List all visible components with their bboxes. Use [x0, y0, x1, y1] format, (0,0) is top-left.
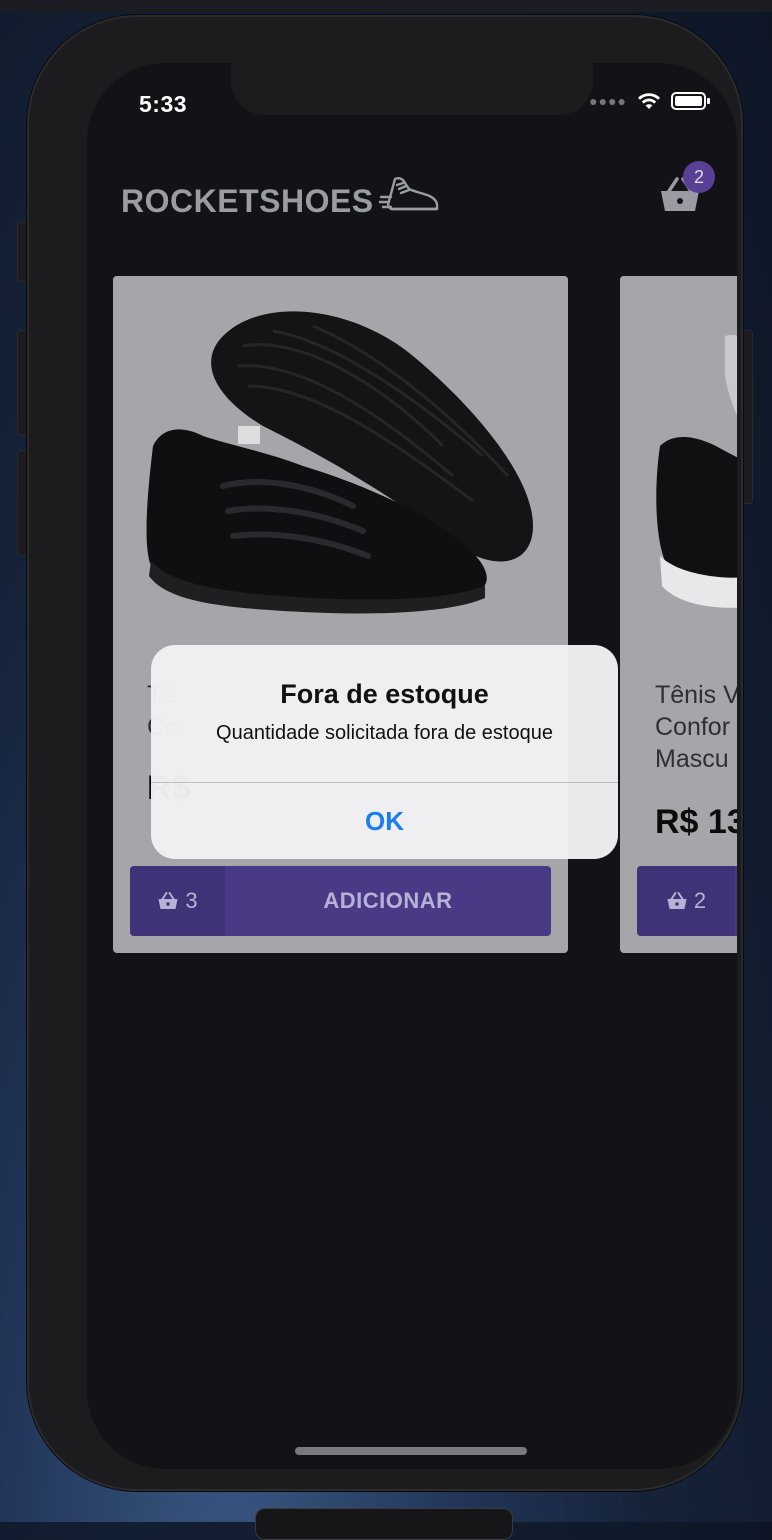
- signal-dots-icon: ●●●●: [589, 93, 627, 109]
- product-price: R$ 13: [655, 803, 737, 841]
- notch: [231, 63, 593, 115]
- product-title: Tênis V Confor Mascu: [655, 679, 737, 775]
- status-time: 5:33: [139, 91, 188, 117]
- product-image: [620, 276, 737, 656]
- product-card: Tênis V Confor Mascu R$ 13 2: [620, 276, 737, 953]
- cart-count-badge: 2: [683, 161, 715, 193]
- status-icons: ●●●●: [589, 91, 711, 111]
- simulator-dock: [255, 1508, 513, 1540]
- add-to-cart-button[interactable]: 2: [637, 866, 737, 936]
- add-button-label: ADICIONAR: [323, 888, 453, 913]
- wifi-icon: [638, 93, 660, 109]
- alert-ok-button[interactable]: OK: [151, 783, 618, 859]
- home-indicator[interactable]: [295, 1447, 527, 1455]
- product-title-line: Confor: [655, 713, 731, 741]
- cart-quantity: 2: [637, 866, 735, 936]
- logo-text[interactable]: ROCKETSHOES: [121, 183, 374, 220]
- sneaker-icon: [379, 177, 439, 211]
- alert-dialog: Fora de estoque Quantidade solicitada fo…: [151, 645, 618, 859]
- product-image: [113, 276, 568, 656]
- desktop-menu-bar: [0, 0, 772, 12]
- product-title-line: Mascu: [655, 745, 729, 773]
- basket-icon: [158, 892, 178, 909]
- alert-message: Quantidade solicitada fora de estoque: [216, 722, 553, 744]
- alert-title: Fora de estoque: [280, 679, 489, 709]
- battery-icon: [671, 92, 710, 110]
- product-title-line: Tênis V: [655, 681, 737, 709]
- cart-quantity-value: 2: [693, 888, 707, 913]
- cart-quantity: 3: [130, 866, 225, 936]
- add-to-cart-button[interactable]: 3 ADICIONAR: [130, 866, 551, 936]
- basket-icon: [667, 892, 687, 909]
- cart-quantity-value: 3: [185, 888, 198, 913]
